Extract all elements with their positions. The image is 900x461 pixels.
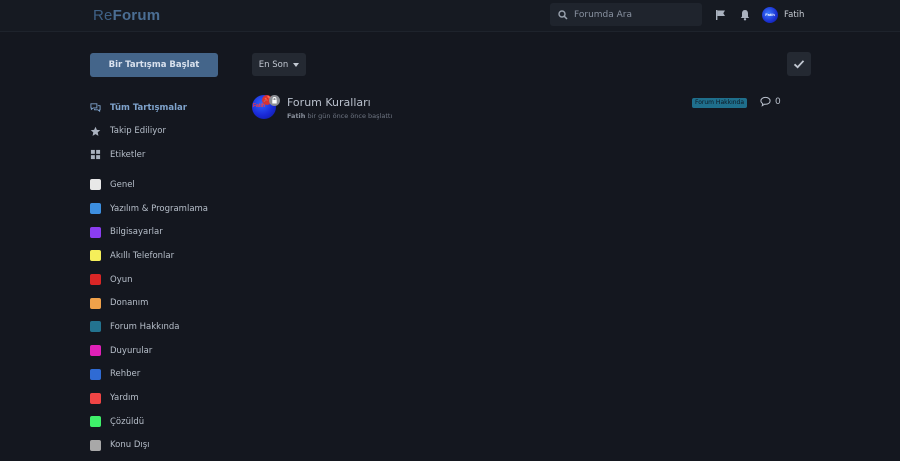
tag-color-icon — [90, 416, 101, 428]
sidebar-tag-label: Forum Hakkında — [110, 321, 180, 332]
sidebar-tag-label: Genel — [110, 179, 135, 190]
sidebar-tag-label: Konu Dışı — [110, 440, 150, 451]
sidebar-item-all-discussions[interactable]: Tüm Tartışmalar — [90, 96, 187, 120]
sidebar-tag-item[interactable]: Rehber — [90, 363, 208, 387]
tag-color-icon — [90, 392, 101, 404]
sidebar-item-label: Takip Ediliyor — [110, 126, 166, 137]
sidebar-tag-item[interactable]: Duyurular — [90, 339, 208, 363]
mark-all-read-button[interactable] — [787, 52, 811, 76]
tag-color-icon — [90, 250, 101, 262]
tag-list: Genel Yazılım & Programlama Bilgisayarlar A… — [90, 173, 208, 457]
sidebar-tag-item[interactable]: Çözüldü — [90, 410, 208, 434]
sidebar-tag-label: Oyun — [110, 274, 133, 285]
sidebar-tag-label: Donanım — [110, 298, 149, 309]
discussion-meta: Fatih bir gün önce önce başlattı — [287, 112, 392, 120]
sidebar-item-following[interactable]: Takip Ediliyor — [90, 120, 187, 144]
tag-color-icon — [90, 321, 101, 333]
sidebar-tag-label: Yardım — [110, 393, 139, 404]
sidebar-tag-label: Yazılım & Programlama — [110, 203, 209, 214]
search-input[interactable]: Forumda Ara — [550, 3, 702, 26]
sidebar-tag-label: Çözüldü — [110, 416, 145, 427]
discussion-tag-badge[interactable]: Forum Hakkında — [692, 98, 748, 108]
sidebar-item-label: Tüm Tartışmalar — [110, 102, 187, 113]
search-placeholder: Forumda Ara — [574, 9, 632, 20]
sidebar-tag-label: Bilgisayarlar — [110, 227, 163, 238]
sidebar-tag-item[interactable]: Forum Hakkında — [90, 315, 208, 339]
sidebar-tag-label: Duyurular — [110, 345, 153, 356]
sidebar-tag-item[interactable]: Yazılım & Programlama — [90, 197, 208, 221]
discussion-author[interactable]: Fatih — [287, 112, 305, 120]
tag-color-icon — [90, 226, 101, 238]
start-discussion-button[interactable]: Bir Tartışma Başlat — [90, 53, 218, 77]
sidebar-tag-item[interactable]: Bilgisayarlar — [90, 220, 208, 244]
sidebar-tag-item[interactable]: Yardım — [90, 386, 208, 410]
tag-color-icon — [90, 345, 101, 357]
sidebar-tag-item[interactable]: Konu Dışı — [90, 434, 208, 458]
tag-color-icon — [90, 297, 101, 309]
chevron-down-icon — [293, 62, 300, 67]
user-name[interactable]: Fatih — [784, 10, 804, 20]
sidebar-tag-item[interactable]: Oyun — [90, 268, 208, 292]
sidebar-tag-label: Rehber — [110, 369, 141, 380]
avatar[interactable]: Fatih — [762, 7, 778, 23]
flag-icon[interactable] — [715, 9, 727, 21]
discussion-replies: 0 — [760, 96, 781, 107]
tag-color-icon — [90, 203, 101, 215]
comments-icon — [90, 103, 101, 113]
tag-color-icon — [90, 274, 101, 286]
tag-color-icon — [90, 179, 101, 191]
reply-count: 0 — [775, 96, 781, 107]
site-logo[interactable]: ReForum — [93, 7, 160, 24]
sidebar-tag-label: Akıllı Telefonlar — [110, 250, 175, 261]
sidebar-item-label: Etiketler — [110, 149, 146, 160]
sidebar-nav: Tüm Tartışmalar Takip Ediliyor Etiketler — [90, 96, 187, 167]
bell-icon[interactable] — [739, 9, 751, 21]
check-icon — [793, 60, 805, 69]
tag-color-icon — [90, 368, 101, 380]
search-icon — [558, 9, 568, 20]
lock-icon — [269, 95, 280, 106]
sort-label: En Son — [258, 59, 289, 70]
grid-icon — [90, 150, 101, 160]
discussion-meta-text: bir gün önce önce başlattı — [305, 112, 393, 120]
discussion-title[interactable]: Forum Kuralları — [287, 96, 371, 109]
sidebar-tag-item[interactable]: Akıllı Telefonlar — [90, 244, 208, 268]
discussion-item[interactable]: Fatih 📌 Forum Kuralları Fatih bir gün ön… — [252, 93, 792, 123]
tag-color-icon — [90, 439, 101, 451]
star-icon — [90, 126, 101, 136]
comment-icon — [760, 96, 771, 107]
sidebar-tag-item[interactable]: Donanım — [90, 291, 208, 315]
top-header: ReForum Forumda Ara Fatih Fatih — [0, 0, 900, 32]
sidebar-tag-item[interactable]: Genel — [90, 173, 208, 197]
sort-dropdown[interactable]: En Son — [252, 53, 306, 76]
sidebar-item-tags[interactable]: Etiketler — [90, 143, 187, 167]
